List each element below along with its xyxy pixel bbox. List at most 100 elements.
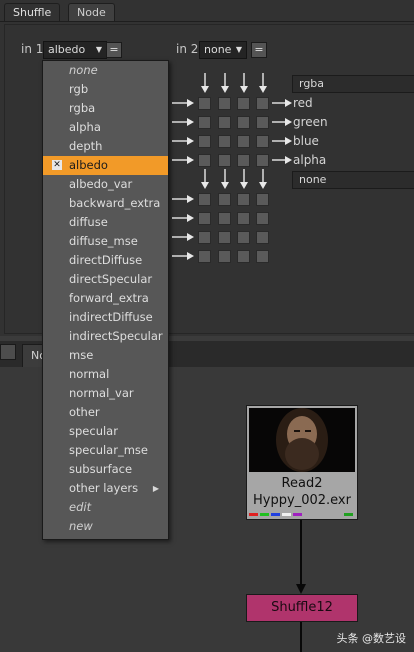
- menu-item-diffuse_mse[interactable]: diffuse_mse: [43, 232, 168, 251]
- down-arrow-icon: [201, 169, 209, 189]
- menu-item-edit[interactable]: edit: [43, 498, 168, 517]
- menu-item-rgba[interactable]: rgba: [43, 99, 168, 118]
- output-arrow-icon: [272, 118, 292, 126]
- shuffle-cell[interactable]: [237, 97, 250, 110]
- input-arrow-icon: [172, 214, 194, 222]
- output-arrow-icon: [272, 99, 292, 107]
- menu-item-label: directSpecular: [69, 272, 153, 286]
- shuffle-cell[interactable]: [218, 97, 231, 110]
- menu-item-other[interactable]: other: [43, 403, 168, 422]
- menu-item-none[interactable]: none: [43, 61, 168, 80]
- read-node-filename: Hyppy_002.exr: [253, 493, 351, 508]
- read-node[interactable]: Read2 Hyppy_002.exr: [246, 405, 358, 520]
- shuffle-cell[interactable]: [256, 212, 269, 225]
- channel-red-indicator: [249, 513, 258, 516]
- menu-item-specular[interactable]: specular: [43, 422, 168, 441]
- menu-item-label: depth: [69, 139, 103, 153]
- shuffle-cell[interactable]: [237, 212, 250, 225]
- menu-item-label: indirectSpecular: [69, 329, 163, 343]
- shuffle-cell[interactable]: [198, 250, 211, 263]
- menu-item-label: none: [69, 63, 98, 77]
- channel-mask-indicator: [344, 513, 353, 516]
- output-arrow-icon: [272, 137, 292, 145]
- menu-item-label: new: [69, 519, 93, 533]
- shuffle-node[interactable]: Shuffle12: [246, 594, 358, 622]
- menu-item-alpha[interactable]: alpha: [43, 118, 168, 137]
- menu-item-depth[interactable]: depth: [43, 137, 168, 156]
- menu-item-directdiffuse[interactable]: directDiffuse: [43, 251, 168, 270]
- menu-item-label: specular_mse: [69, 443, 148, 457]
- menu-item-normal_var[interactable]: normal_var: [43, 384, 168, 403]
- menu-item-subsurface[interactable]: subsurface: [43, 460, 168, 479]
- shuffle-cell[interactable]: [237, 116, 250, 129]
- menu-item-label: albedo_var: [69, 177, 133, 191]
- down-arrow-icon: [259, 169, 267, 189]
- portrait-thumbnail-image: [249, 408, 355, 472]
- channel-other-indicator: [293, 513, 302, 516]
- shuffle-cell[interactable]: [237, 154, 250, 167]
- shuffle-cell[interactable]: [198, 97, 211, 110]
- shuffle-cell[interactable]: [198, 116, 211, 129]
- shuffle-cell[interactable]: [198, 212, 211, 225]
- shuffle-cell[interactable]: [218, 212, 231, 225]
- menu-item-new[interactable]: new: [43, 517, 168, 536]
- down-arrow-icon: [201, 73, 209, 93]
- menu-item-mse[interactable]: mse: [43, 346, 168, 365]
- shuffle-cell[interactable]: [256, 135, 269, 148]
- input-arrow-icon: [172, 252, 194, 260]
- menu-item-label: diffuse_mse: [69, 234, 138, 248]
- shuffle-cell[interactable]: [198, 193, 211, 206]
- menu-item-specular_mse[interactable]: specular_mse: [43, 441, 168, 460]
- menu-item-other-layers[interactable]: other layers ▶: [43, 479, 168, 498]
- menu-item-albedo[interactable]: albedo ✕: [43, 156, 168, 175]
- shuffle-cell[interactable]: [256, 116, 269, 129]
- menu-item-indirectspecular[interactable]: indirectSpecular: [43, 327, 168, 346]
- shuffle-cell[interactable]: [237, 135, 250, 148]
- menu-item-label: forward_extra: [69, 291, 149, 305]
- shuffle-cell[interactable]: [256, 193, 269, 206]
- checkbox-selected-icon: ✕: [52, 160, 62, 170]
- shuffle-cell[interactable]: [237, 193, 250, 206]
- layer-dropdown-menu: none rgb rgba alpha depth albedo ✕ albedo_varba…: [42, 60, 169, 540]
- input-arrow-icon: [172, 99, 194, 107]
- watermark: 头条 @数艺设: [336, 632, 407, 645]
- shuffle-cell[interactable]: [256, 154, 269, 167]
- menu-item-label: rgb: [69, 82, 89, 96]
- menu-item-directspecular[interactable]: directSpecular: [43, 270, 168, 289]
- menu-item-rgb[interactable]: rgb: [43, 80, 168, 99]
- menu-item-albedo_var[interactable]: albedo_var: [43, 175, 168, 194]
- menu-item-diffuse[interactable]: diffuse: [43, 213, 168, 232]
- menu-item-label: specular: [69, 424, 118, 438]
- menu-item-label: backward_extra: [69, 196, 161, 210]
- shuffle-cell[interactable]: [237, 231, 250, 244]
- read-thumbnail: [249, 408, 355, 472]
- shuffle-cell[interactable]: [256, 231, 269, 244]
- menu-item-label: rgba: [69, 101, 96, 115]
- shuffle-cell[interactable]: [198, 231, 211, 244]
- channel-blue-indicator: [271, 513, 280, 516]
- menu-item-label: other: [69, 405, 100, 419]
- menu-item-indirectdiffuse[interactable]: indirectDiffuse: [43, 308, 168, 327]
- shuffle-cell[interactable]: [198, 135, 211, 148]
- menu-item-label: indirectDiffuse: [69, 310, 153, 324]
- input-arrow-icon: [172, 118, 194, 126]
- shuffle-cell[interactable]: [218, 116, 231, 129]
- menu-item-label: alpha: [69, 120, 101, 134]
- shuffle-cell[interactable]: [256, 250, 269, 263]
- shuffle-cell[interactable]: [218, 135, 231, 148]
- menu-item-backward_extra[interactable]: backward_extra: [43, 194, 168, 213]
- shuffle-cell[interactable]: [198, 154, 211, 167]
- shuffle-cell[interactable]: [256, 97, 269, 110]
- channel-alpha-indicator: [282, 513, 291, 516]
- shuffle-cell[interactable]: [218, 231, 231, 244]
- shuffle-cell[interactable]: [237, 250, 250, 263]
- menu-item-normal[interactable]: normal: [43, 365, 168, 384]
- shuffle-cell[interactable]: [218, 193, 231, 206]
- shuffle-cell[interactable]: [218, 154, 231, 167]
- down-arrow-icon: [221, 73, 229, 93]
- menu-item-label: subsurface: [69, 462, 133, 476]
- read-node-name: Read2: [281, 476, 323, 491]
- menu-item-forward_extra[interactable]: forward_extra: [43, 289, 168, 308]
- output-arrow-icon: [272, 156, 292, 164]
- shuffle-cell[interactable]: [218, 250, 231, 263]
